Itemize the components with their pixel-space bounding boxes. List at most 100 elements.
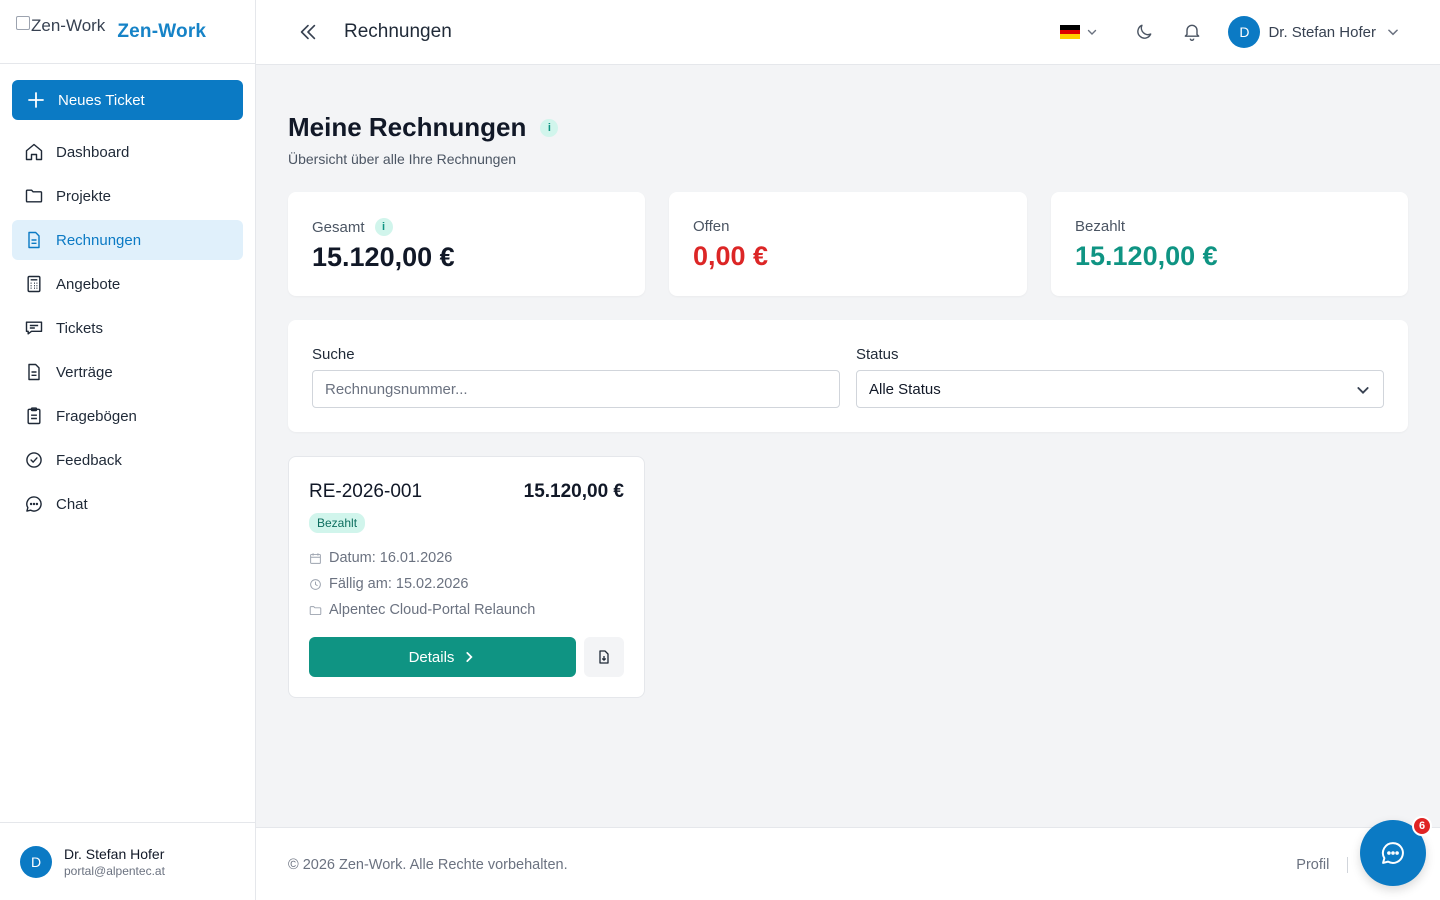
sidebar: Zen-Work Zen-Work Neues Ticket Dashboard… <box>0 0 256 900</box>
chat-icon <box>1381 842 1404 864</box>
sidebar-item-label: Tickets <box>56 319 103 337</box>
stat-card-paid: Bezahlt 15.120,00 € <box>1051 192 1408 296</box>
status-select-value: Alle Status <box>869 380 941 398</box>
plus-icon <box>28 92 44 108</box>
sidebar-user[interactable]: D Dr. Stefan Hofer portal@alpentec.at <box>0 822 256 900</box>
chevrons-left-icon <box>300 24 316 40</box>
calendar-icon <box>310 552 321 564</box>
brand-name[interactable]: Zen-Work <box>117 21 206 43</box>
sidebar-item-label: Feedback <box>56 451 122 469</box>
stat-value: 15.120,00 € <box>1075 241 1218 271</box>
dark-mode-toggle[interactable] <box>1132 20 1156 44</box>
footer-divider <box>1347 857 1349 873</box>
sidebar-item-tickets[interactable]: Tickets <box>12 308 243 348</box>
sidebar-item-label: Dashboard <box>56 143 130 161</box>
chevron-down-icon <box>1088 29 1097 35</box>
sidebar-item-label: Chat <box>56 495 88 513</box>
document-icon <box>28 363 40 381</box>
user-email: portal@alpentec.at <box>64 863 165 878</box>
brand-logo[interactable]: Zen-Work <box>16 15 105 36</box>
search-label: Suche <box>312 346 355 363</box>
sidebar-item-chat[interactable]: Chat <box>12 484 243 524</box>
clock-icon <box>310 578 321 590</box>
folder-icon <box>25 189 43 203</box>
collapse-sidebar-button[interactable] <box>296 20 320 44</box>
sidebar-item-label: Fragebögen <box>56 407 137 425</box>
status-label: Status <box>856 346 899 363</box>
message-icon <box>25 321 43 335</box>
invoice-card: RE-2026-001 15.120,00 € Bezahlt Datum: 1… <box>288 456 645 698</box>
invoice-date: Datum: 16.01.2026 <box>309 545 624 571</box>
invoice-number: RE-2026-001 <box>309 481 423 502</box>
chat-fab-button[interactable]: 6 <box>1360 816 1432 886</box>
topbar-actions: D Dr. Stefan Hofer <box>1060 0 1400 64</box>
invoice-due: Fällig am: 15.02.2026 <box>309 571 624 597</box>
details-button[interactable]: Details <box>309 637 576 677</box>
status-badge: Bezahlt <box>309 513 366 533</box>
filter-panel: Suche Status Alle Status <box>288 320 1408 432</box>
german-flag-icon <box>1060 25 1081 40</box>
stat-value: 15.120,00 € <box>312 242 455 272</box>
bell-icon <box>1185 24 1200 41</box>
unread-badge: 6 <box>1412 816 1432 836</box>
user-menu[interactable]: D Dr. Stefan Hofer <box>1228 16 1400 48</box>
language-selector[interactable] <box>1060 25 1098 40</box>
new-ticket-button[interactable]: Neues Ticket <box>12 80 243 120</box>
folder-icon <box>309 605 322 615</box>
stat-label: Bezahlt <box>1075 218 1126 235</box>
check-circle-icon <box>26 452 42 468</box>
download-pdf-button[interactable] <box>584 637 624 677</box>
calculator-icon <box>27 275 41 293</box>
chevron-down-icon <box>1388 29 1398 36</box>
page-subtitle: Übersicht über alle Ihre Rechnungen <box>288 151 517 167</box>
broken-image-icon <box>16 15 30 30</box>
sidebar-item-label: Projekte <box>56 187 112 205</box>
sidebar-item-vertraege[interactable]: Verträge <box>12 352 243 392</box>
invoice-amount: 15.120,00 € <box>523 481 624 502</box>
page-header: Meine Rechnungen i Übersicht über alle I… <box>288 112 559 167</box>
stat-label: Offen <box>693 218 730 235</box>
status-select[interactable]: Alle Status <box>856 370 1384 408</box>
sidebar-item-angebote[interactable]: Angebote <box>12 264 243 304</box>
topbar: Rechnungen D Dr. Stefan Hofer <box>256 0 1440 65</box>
moon-icon <box>1137 24 1152 39</box>
chevron-right-icon <box>466 652 473 662</box>
footer-link-profil[interactable]: Profil <box>1296 857 1329 873</box>
sidebar-item-dashboard[interactable]: Dashboard <box>12 132 243 172</box>
document-icon <box>28 231 40 249</box>
search-input[interactable] <box>312 370 840 408</box>
sidebar-item-feedback[interactable]: Feedback <box>12 440 243 480</box>
page-title-text: Meine Rechnungen <box>288 112 527 142</box>
stat-value: 0,00 € <box>693 241 769 271</box>
brand: Zen-Work Zen-Work <box>0 0 255 64</box>
sidebar-item-projekte[interactable]: Projekte <box>12 176 243 216</box>
clipboard-icon <box>27 407 41 425</box>
new-ticket-label: Neues Ticket <box>58 91 145 109</box>
invoice-project: Alpentec Cloud-Portal Relaunch <box>309 597 624 623</box>
stat-card-open: Offen 0,00 € <box>669 192 1027 296</box>
invoice-actions: Details <box>309 637 624 677</box>
invoice-header: RE-2026-001 15.120,00 € <box>309 481 624 503</box>
home-icon <box>25 143 43 161</box>
chevron-down-icon <box>1357 387 1369 394</box>
info-icon[interactable]: i <box>374 218 393 236</box>
file-download-icon <box>599 650 609 664</box>
sidebar-item-rechnungen[interactable]: Rechnungen <box>12 220 243 260</box>
notifications-button[interactable] <box>1180 20 1204 44</box>
invoice-meta: Datum: 16.01.2026 Fällig am: 15.02.2026 … <box>309 545 624 623</box>
info-icon[interactable]: i <box>540 118 559 137</box>
sidebar-item-frageboegen[interactable]: Fragebögen <box>12 396 243 436</box>
copyright: © 2026 Zen-Work. Alle Rechte vorbehalten… <box>288 857 568 873</box>
sidebar-item-label: Verträge <box>56 363 113 381</box>
avatar: D <box>20 845 52 878</box>
sidebar-nav: Dashboard Projekte Rechnungen Angebote T… <box>12 132 243 528</box>
footer: © 2026 Zen-Work. Alle Rechte vorbehalten… <box>256 827 1440 900</box>
page-title-header: Rechnungen <box>344 21 452 42</box>
user-name: Dr. Stefan Hofer <box>64 845 165 862</box>
stat-label: Gesamt i <box>312 218 621 236</box>
user-name: Dr. Stefan Hofer <box>1268 23 1376 41</box>
stat-label-text: Gesamt <box>312 218 365 236</box>
sidebar-item-label: Angebote <box>56 275 121 293</box>
page-title: Meine Rechnungen i <box>288 112 559 143</box>
invoice-due-text: Fällig am: 15.02.2026 <box>329 576 469 592</box>
